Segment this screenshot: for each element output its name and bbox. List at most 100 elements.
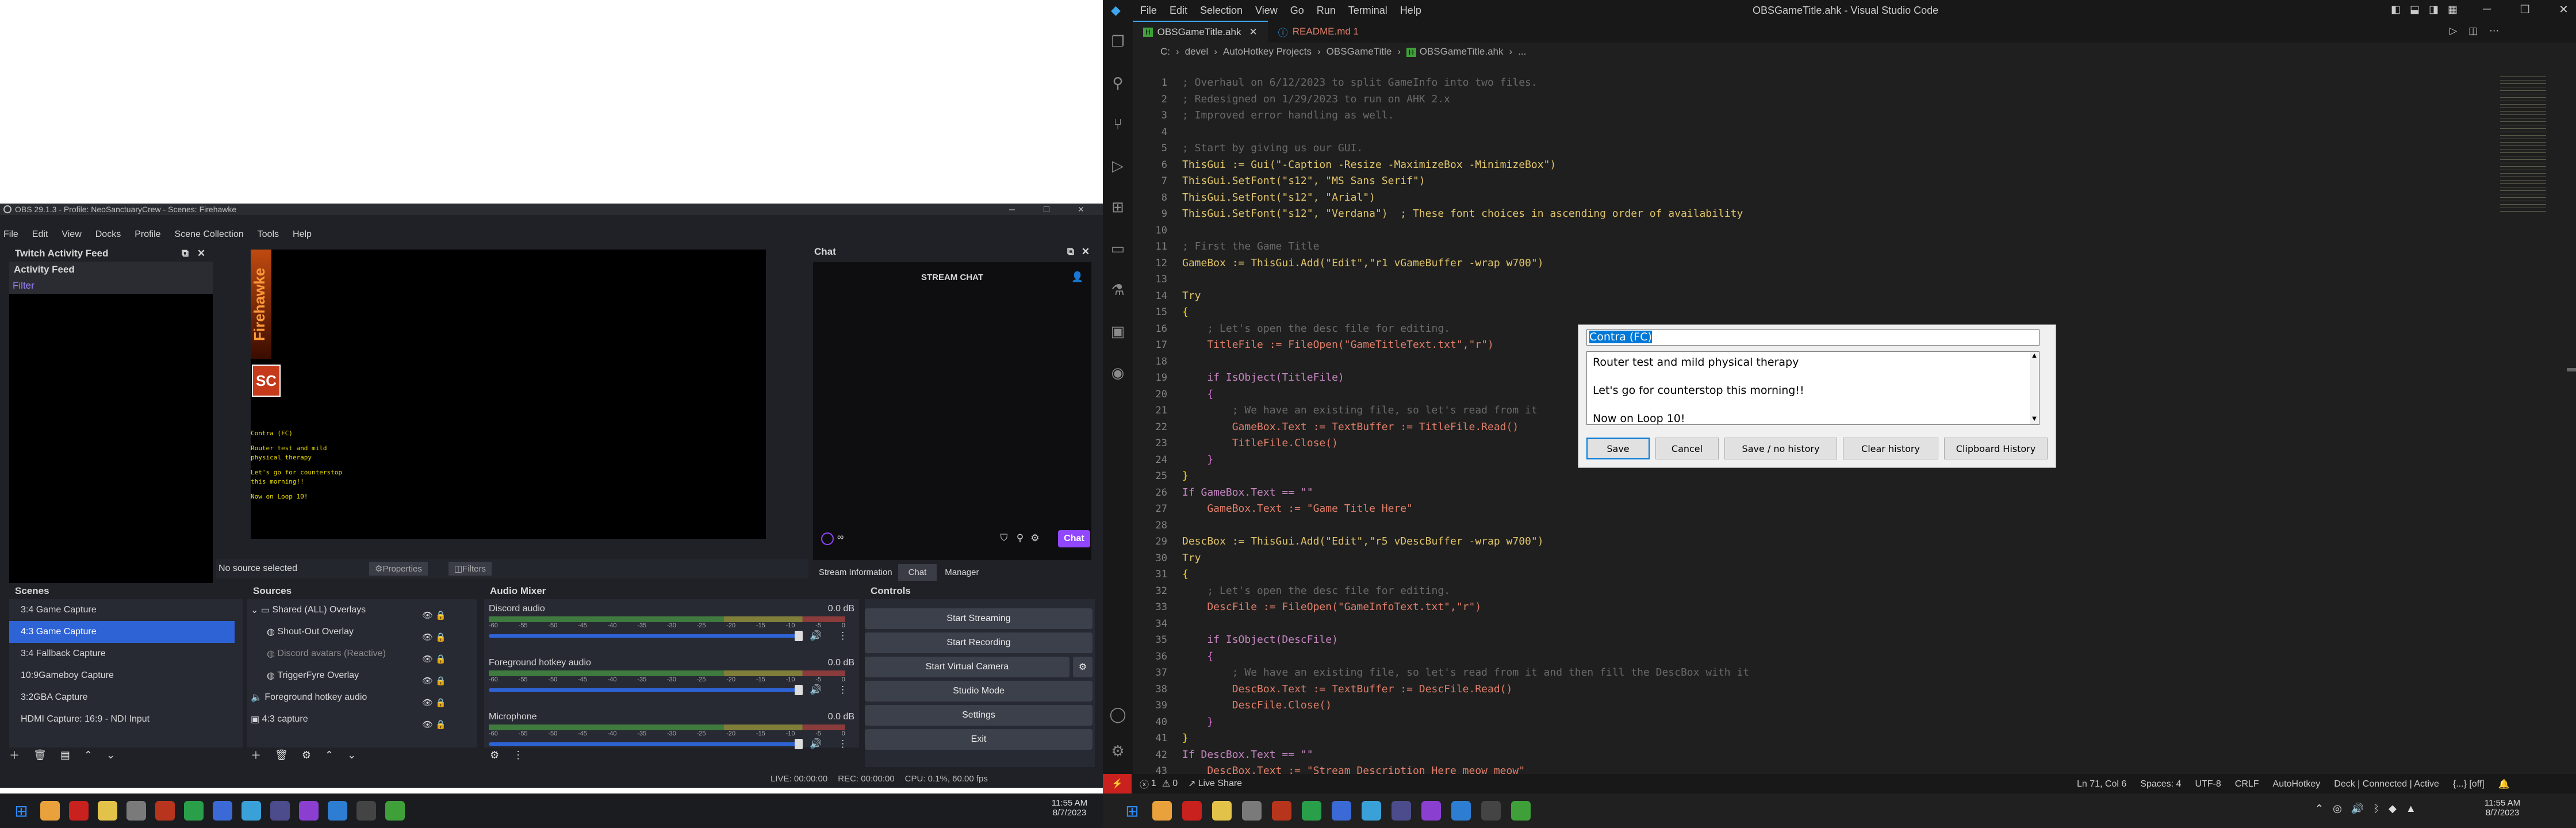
filter-icon[interactable]: ⚲ [1013,531,1027,545]
tab-readme[interactable]: ⓘ README.md 1 [1268,21,1369,43]
minimap[interactable] [2500,75,2546,213]
menu-selection[interactable]: Selection [1200,5,1243,17]
code-line[interactable]: DescFile := FileOpen("GameInfoText.txt",… [1182,599,1481,616]
menu-scene-collection[interactable]: Scene Collection [175,229,244,240]
customize-layout-icon[interactable]: ▦ [2448,3,2458,16]
account-icon[interactable]: ◯ [1103,693,1133,735]
run-icon[interactable]: ▷ [2450,25,2457,37]
code-line[interactable]: TitleFile := FileOpen("GameTitleText.txt… [1182,337,1494,354]
chat-send-button[interactable]: Chat [1058,530,1090,547]
app-icon[interactable] [1242,801,1262,821]
app-icon[interactable] [1152,801,1172,821]
code-line[interactable]: { [1182,386,1213,403]
save-button[interactable]: Save [1586,438,1650,459]
menu-edit[interactable]: Edit [32,229,48,240]
menu-help[interactable]: Help [293,229,312,240]
app-icon[interactable] [299,801,319,821]
volume-slider[interactable] [489,631,803,641]
code-line[interactable]: } [1182,730,1189,747]
app-icon[interactable] [1481,801,1501,821]
channel-menu-icon[interactable]: ⋮ [838,738,848,750]
app-icon[interactable] [270,801,290,821]
code-line[interactable]: DescBox.Text := "Stream Description Here… [1182,763,1525,775]
channel-menu-icon[interactable]: ⋮ [838,684,848,696]
eye-icon[interactable]: 👁 🔒 [422,692,474,714]
extensions-icon[interactable]: ⊞ [1103,186,1133,228]
code-line[interactable]: ThisGui := Gui("-Caption -Resize -Maximi… [1182,157,1556,174]
app-icon[interactable] [1421,801,1441,821]
deck-status[interactable]: Deck | Connected | Active [2334,779,2439,789]
code-line[interactable]: ThisGui.SetFont("s12", "MS Sans Serif") [1182,173,1425,190]
app-icon[interactable] [1272,801,1291,821]
app-tray-icon[interactable]: ◆ [2389,803,2397,815]
save-no-history-button[interactable]: Save / no history [1724,438,1837,459]
minimize-icon[interactable]: ─ [1000,204,1023,215]
menu-help[interactable]: Help [1400,5,1421,17]
testing-icon[interactable]: ⚗ [1103,269,1133,310]
filters-button[interactable]: ◫ Filters [448,562,492,576]
close-icon[interactable]: ✕ [2559,2,2569,17]
code-line[interactable]: ThisGui.SetFont("s12", "Verdana") ; Thes… [1182,206,1743,223]
studio-mode-button[interactable]: Studio Mode [865,681,1092,702]
code-line[interactable]: ; Overhaul on 6/12/2023 to split GameInf… [1182,75,1538,91]
channel-menu-icon[interactable]: ⋮ [838,630,848,642]
app-icon[interactable] [1451,801,1471,821]
maximize-icon[interactable]: ☐ [2520,2,2530,17]
source-settings-icon[interactable]: ⚙ [302,749,311,761]
code-line[interactable]: Try [1182,550,1201,567]
tab-manager[interactable]: Manager [937,564,987,581]
notifications-icon[interactable]: 🔔 [2498,779,2510,790]
menu-run[interactable]: Run [1317,5,1336,17]
app-icon[interactable] [98,801,117,821]
code-line[interactable]: { [1182,566,1189,583]
split-editor-icon[interactable]: ◫ [2468,25,2478,37]
code-line[interactable]: ; First the Game Title [1182,239,1319,255]
preview-canvas[interactable]: Firehawke SC Contra (FC) Router test and… [251,250,766,539]
scrollbar[interactable] [2567,368,2576,371]
encoding[interactable]: UTF-8 [2195,779,2221,789]
app-icon[interactable] [1302,801,1321,821]
code-line[interactable]: } [1182,452,1213,469]
code-line[interactable]: } [1182,714,1213,731]
breadcrumb-item[interactable]: H OBSGameTitle.ahk [1406,46,1504,57]
add-scene-icon[interactable]: ＋ [9,747,20,762]
scene-item[interactable]: HDMI Capture: 16:9 - NDI Input [9,708,243,730]
taskbar-right-clock[interactable]: 11:55 AM 8/7/2023 [2474,798,2531,818]
code-line[interactable]: DescBox.Text := TextBuffer := DescFile.R… [1182,681,1513,698]
move-down-icon[interactable]: ⌄ [106,749,115,761]
eye-icon[interactable]: 👁 🔒 [422,649,474,670]
toggle-panel-icon[interactable]: ⬓ [2410,3,2420,16]
settings-icon[interactable]: ⚙ [1028,531,1042,545]
eye-icon[interactable]: 👁 🔒 [422,627,474,649]
remote-explorer-icon[interactable]: ▭ [1103,228,1133,269]
scene-item[interactable]: 10:9Gameboy Capture [9,665,243,687]
volume-icon[interactable]: 🔊 [2351,803,2364,815]
remote-indicator-icon[interactable]: ⚡ [1103,774,1132,793]
menu-view[interactable]: View [62,229,81,240]
virtual-camera-settings-icon[interactable]: ⚙ [1073,657,1092,677]
code-line[interactable]: ; Start by giving us our GUI. [1182,140,1363,157]
volume-slider[interactable] [489,685,803,695]
app-icon[interactable] [1362,801,1381,821]
tab-chat[interactable]: Chat [898,564,937,581]
breadcrumb-item[interactable]: ... [1518,46,1526,57]
breadcrumb-item[interactable]: devel [1185,46,1209,57]
user-list-icon[interactable]: 👤 [1071,270,1084,284]
start-icon[interactable]: ⊞ [12,801,31,821]
exit-button[interactable]: Exit [865,729,1092,750]
scene-item[interactable]: 3:4 Game Capture [9,599,243,621]
menu-view[interactable]: View [1255,5,1278,17]
menu-go[interactable]: Go [1290,5,1304,17]
breadcrumb-item[interactable]: OBSGameTitle [1327,46,1392,57]
advanced-audio-icon[interactable]: ⚙ [490,749,499,761]
source-control-icon[interactable]: ⑂ [1103,103,1133,145]
manage-gear-icon[interactable]: ⚙ [1103,730,1133,772]
code-line[interactable]: If DescBox.Text == "" [1182,747,1313,764]
tab-close-icon[interactable]: ✕ [1249,26,1257,38]
chevron-down-icon[interactable]: ⌄ [251,604,261,616]
clear-history-button[interactable]: Clear history [1843,438,1938,459]
code-line[interactable]: GameBox.Text := TextBuffer := TitleFile.… [1182,419,1519,436]
off-status[interactable]: {...} [off] [2453,779,2485,789]
menu-file[interactable]: File [3,229,18,240]
menu-edit[interactable]: Edit [1170,5,1187,17]
